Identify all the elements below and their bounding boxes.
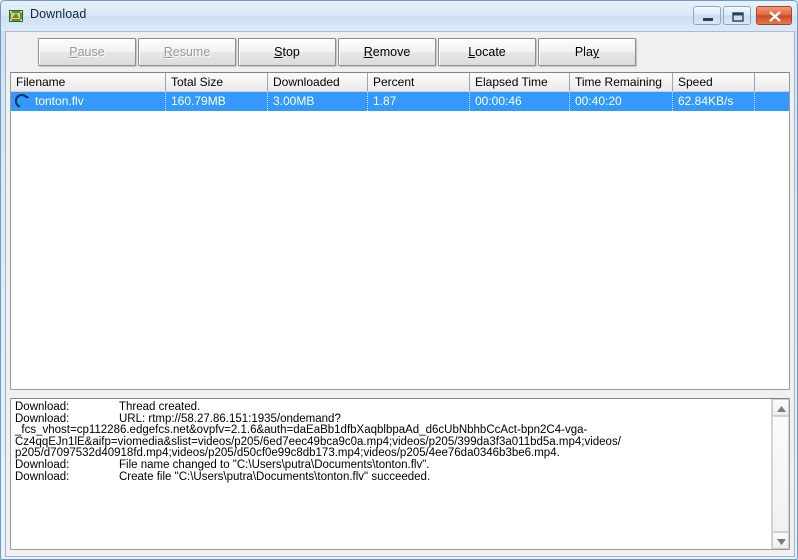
remove-button[interactable]: Remove	[338, 38, 436, 66]
cell-total-size: 160.79MB	[166, 92, 268, 111]
log-pane[interactable]: Download: Thread created. Download: URL: rt…	[10, 398, 790, 550]
column-header-total-size[interactable]: Total Size	[166, 73, 268, 91]
column-header-elapsed-time[interactable]: Elapsed Time	[470, 73, 570, 91]
close-button[interactable]	[756, 6, 792, 25]
log-text[interactable]: Download: Thread created. Download: URL: rt…	[11, 399, 772, 549]
list-header-row: Filename Total Size Downloaded Percent Elaps…	[11, 73, 789, 92]
table-row[interactable]: tonton.flv 160.79MB 3.00MB 1.87 00:00:46 00:4…	[11, 92, 789, 111]
scroll-down-icon[interactable]	[772, 532, 789, 549]
column-header-speed[interactable]: Speed	[673, 73, 755, 91]
column-header-filename[interactable]: Filename	[11, 73, 166, 91]
download-window: Download Pause Resume Stop Remove Locate	[0, 0, 798, 560]
scrollbar-thumb[interactable]	[772, 416, 789, 532]
client-area: Pause Resume Stop Remove Locate Play Fil…	[5, 31, 795, 557]
cell-downloaded: 3.00MB	[268, 92, 368, 111]
download-spinner-icon	[14, 94, 31, 110]
title-bar[interactable]: Download	[1, 1, 797, 31]
column-header-time-remaining[interactable]: Time Remaining	[570, 73, 673, 91]
log-line-label: Download:	[15, 458, 70, 471]
cell-text: 1.87	[373, 94, 397, 108]
log-line: Download: Create file "C:\Users\putra\Doc…	[15, 470, 772, 484]
cell-text: 00:40:20	[575, 94, 622, 108]
window-title: Download	[30, 7, 87, 21]
log-line-label: Download:	[15, 470, 70, 483]
button-label: Locate	[468, 45, 506, 59]
log-line-text: URL: rtmp://58.27.86.151:1935/ondemand?	[119, 412, 341, 425]
cell-elapsed-time: 00:00:46	[470, 92, 570, 111]
maximize-button[interactable]	[723, 6, 751, 25]
log-line-text: _fcs_vhost=cp112286.edgefcs.net&ovpfv=2.…	[15, 424, 588, 437]
stop-button[interactable]: Stop	[238, 38, 336, 66]
log-scrollbar[interactable]	[771, 399, 789, 549]
cell-text: 3.00MB	[273, 94, 315, 108]
log-line-text: p205/d7097532d40918fd.mp4;videos/p205/d5…	[15, 447, 560, 460]
button-label: Remove	[363, 45, 411, 59]
button-label: Play	[574, 45, 600, 59]
log-line-text: Create file "C:\Users\putra\Documents\to…	[119, 470, 431, 483]
download-list[interactable]: Filename Total Size Downloaded Percent Elaps…	[10, 72, 790, 390]
column-header-percent[interactable]: Percent	[368, 73, 470, 91]
cell-text: tonton.flv	[35, 94, 84, 108]
log-line-text: Cz4qqEJn1lE&aifp=viomedia&slist=videos/p…	[15, 435, 621, 448]
toolbar: Pause Resume Stop Remove Locate Play	[6, 32, 794, 72]
log-line-label: Download:	[15, 401, 70, 413]
button-label: Pause	[69, 45, 105, 59]
cell-text: 00:00:46	[475, 94, 522, 108]
cell-filename: tonton.flv	[11, 92, 166, 111]
cell-percent: 1.87	[368, 92, 470, 111]
locate-button[interactable]: Locate	[438, 38, 536, 66]
media-film-icon	[8, 8, 24, 24]
cell-speed: 62.84KB/s	[673, 92, 755, 111]
cell-blank	[755, 92, 789, 111]
play-button[interactable]: Play	[538, 38, 636, 66]
column-header-downloaded[interactable]: Downloaded	[268, 73, 368, 91]
column-header-blank[interactable]	[755, 73, 789, 91]
resume-button[interactable]: Resume	[138, 38, 236, 66]
cell-text: 160.79MB	[171, 94, 226, 108]
cell-text: 62.84KB/s	[678, 94, 734, 108]
cell-time-remaining: 00:40:20	[570, 92, 673, 111]
log-line-text: Thread created.	[119, 401, 201, 413]
log-line-text: File name changed to "C:\Users\putra\Doc…	[119, 458, 430, 471]
button-label: Resume	[163, 45, 211, 59]
button-label: Stop	[274, 45, 300, 59]
minimize-button[interactable]	[693, 6, 721, 25]
scroll-up-icon[interactable]	[772, 399, 789, 416]
pause-button[interactable]: Pause	[38, 38, 136, 66]
